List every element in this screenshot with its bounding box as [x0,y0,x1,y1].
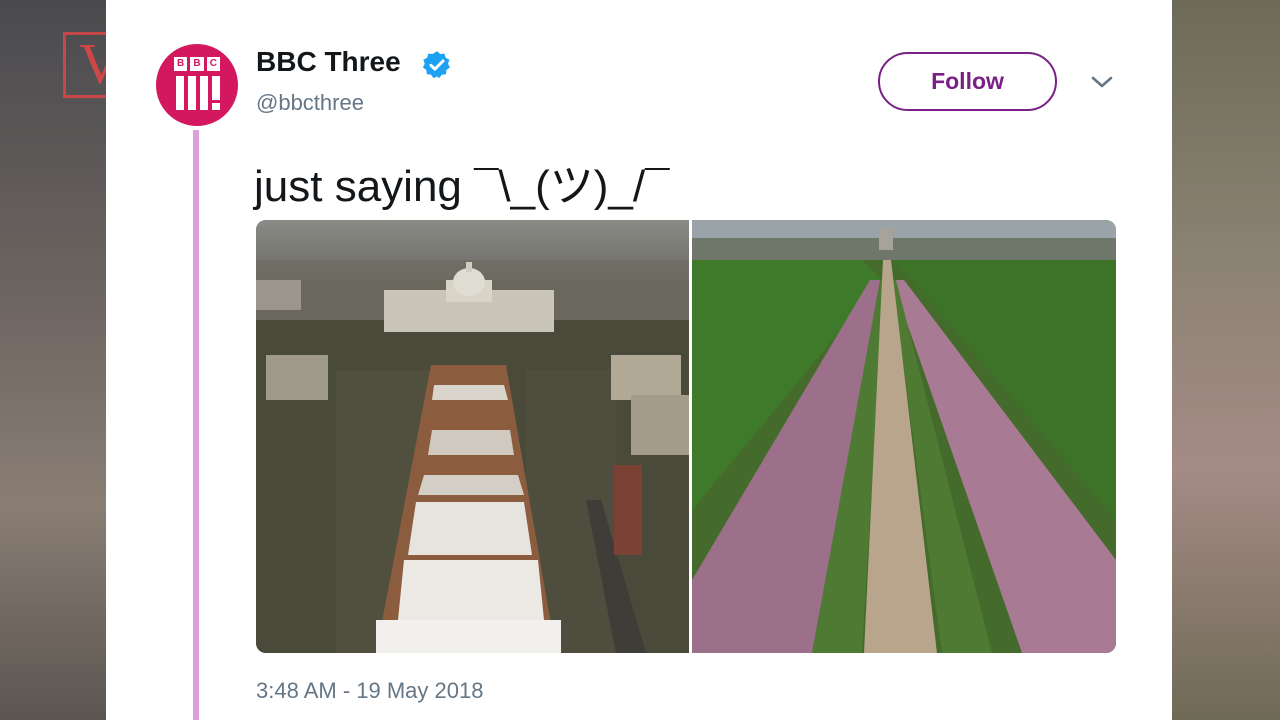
follow-button[interactable]: Follow [878,52,1057,111]
avatar-bar [176,76,184,110]
thread-line [193,130,199,720]
tweet-card: B B C BBC Three @bbcthree Follow just sa… [106,0,1172,720]
avatar-letter: B [174,57,188,71]
inauguration-crowd-photo[interactable] [256,220,689,653]
display-name[interactable]: BBC Three [256,46,401,78]
avatar-bar [200,76,208,110]
tweet-timestamp[interactable]: 3:48 AM - 19 May 2018 [256,678,483,704]
avatar[interactable]: B B C [156,44,238,126]
avatar-letter: B [190,57,204,71]
avatar-bar [188,76,196,110]
avatar-bar [212,76,220,100]
avatar-letter: C [206,57,220,71]
user-handle[interactable]: @bbcthree [256,90,364,116]
chevron-down-icon[interactable] [1088,70,1116,94]
avatar-logo: B B C [174,57,220,71]
royal-wedding-crowd-photo[interactable] [692,220,1116,653]
verified-badge-icon [422,51,450,79]
background-blur-right [1172,0,1280,720]
tweet-text: just saying ¯\_(ツ)_/¯ [254,162,670,211]
avatar-dot [212,103,220,110]
background-blur-left [0,0,106,720]
tweet-media[interactable] [256,220,1116,653]
